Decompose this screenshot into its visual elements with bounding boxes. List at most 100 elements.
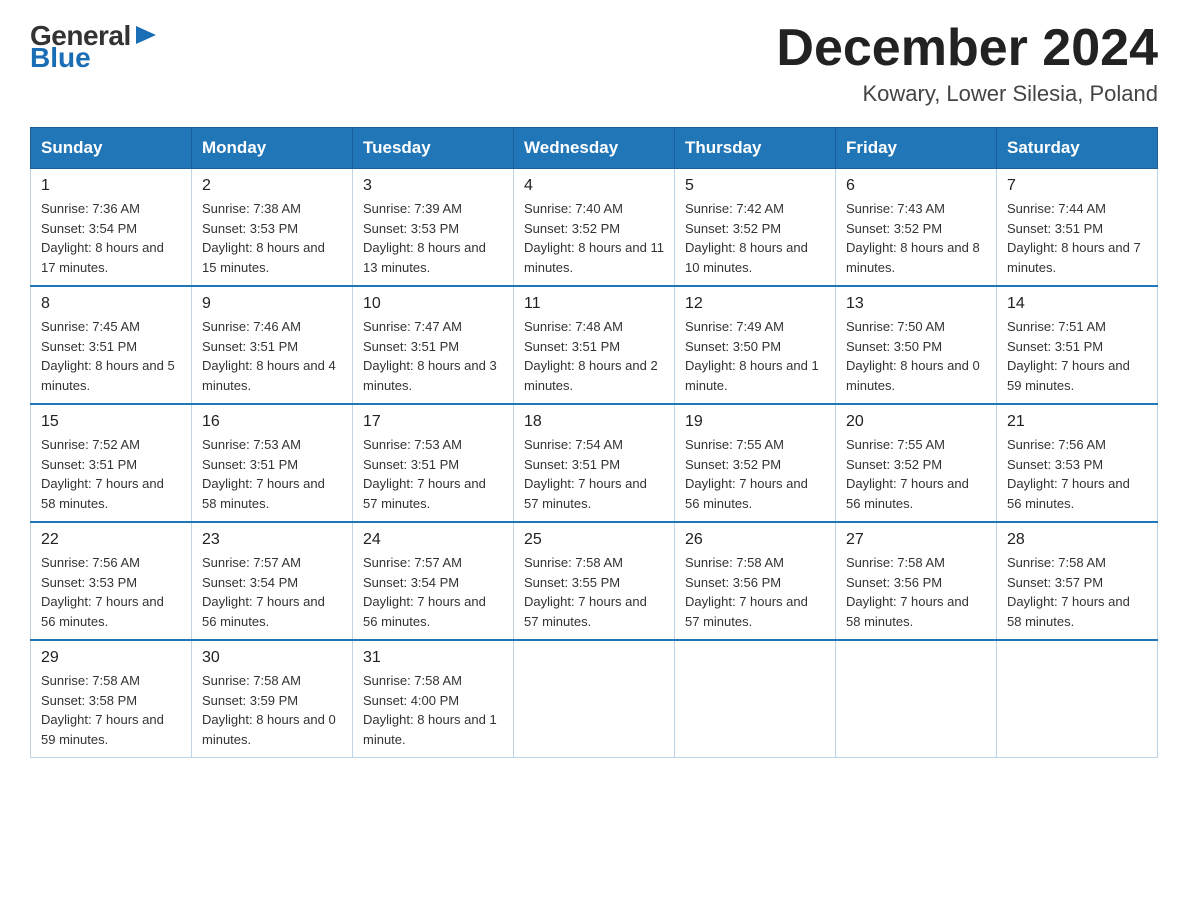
day-info: Sunrise: 7:36 AMSunset: 3:54 PMDaylight:… [41, 201, 164, 275]
col-thursday: Thursday [675, 128, 836, 169]
day-info: Sunrise: 7:58 AMSunset: 3:55 PMDaylight:… [524, 555, 647, 629]
day-info: Sunrise: 7:51 AMSunset: 3:51 PMDaylight:… [1007, 319, 1130, 393]
day-number: 12 [685, 295, 825, 313]
day-number: 6 [846, 177, 986, 195]
day-number: 27 [846, 531, 986, 549]
day-number: 16 [202, 413, 342, 431]
day-info: Sunrise: 7:57 AMSunset: 3:54 PMDaylight:… [363, 555, 486, 629]
calendar-cell: 11 Sunrise: 7:48 AMSunset: 3:51 PMDaylig… [514, 286, 675, 404]
day-number: 29 [41, 649, 181, 667]
logo-blue-text: Blue [30, 42, 91, 74]
day-info: Sunrise: 7:55 AMSunset: 3:52 PMDaylight:… [846, 437, 969, 511]
col-saturday: Saturday [997, 128, 1158, 169]
day-info: Sunrise: 7:38 AMSunset: 3:53 PMDaylight:… [202, 201, 325, 275]
day-info: Sunrise: 7:58 AMSunset: 3:56 PMDaylight:… [846, 555, 969, 629]
logo-arrow-icon [136, 26, 156, 44]
col-tuesday: Tuesday [353, 128, 514, 169]
day-info: Sunrise: 7:53 AMSunset: 3:51 PMDaylight:… [363, 437, 486, 511]
logo: General Blue [30, 20, 156, 74]
day-number: 8 [41, 295, 181, 313]
day-number: 18 [524, 413, 664, 431]
day-info: Sunrise: 7:56 AMSunset: 3:53 PMDaylight:… [41, 555, 164, 629]
calendar-cell: 5 Sunrise: 7:42 AMSunset: 3:52 PMDayligh… [675, 169, 836, 287]
day-number: 22 [41, 531, 181, 549]
calendar-cell: 26 Sunrise: 7:58 AMSunset: 3:56 PMDaylig… [675, 522, 836, 640]
day-info: Sunrise: 7:47 AMSunset: 3:51 PMDaylight:… [363, 319, 497, 393]
day-number: 24 [363, 531, 503, 549]
title-area: December 2024 Kowary, Lower Silesia, Pol… [776, 20, 1158, 107]
calendar-cell: 18 Sunrise: 7:54 AMSunset: 3:51 PMDaylig… [514, 404, 675, 522]
page-header: General Blue December 2024 Kowary, Lower… [30, 20, 1158, 107]
day-number: 14 [1007, 295, 1147, 313]
calendar-cell: 31 Sunrise: 7:58 AMSunset: 4:00 PMDaylig… [353, 640, 514, 758]
day-number: 13 [846, 295, 986, 313]
calendar-cell: 17 Sunrise: 7:53 AMSunset: 3:51 PMDaylig… [353, 404, 514, 522]
day-info: Sunrise: 7:55 AMSunset: 3:52 PMDaylight:… [685, 437, 808, 511]
calendar-cell: 12 Sunrise: 7:49 AMSunset: 3:50 PMDaylig… [675, 286, 836, 404]
calendar-body: 1 Sunrise: 7:36 AMSunset: 3:54 PMDayligh… [31, 169, 1158, 758]
header-row: Sunday Monday Tuesday Wednesday Thursday… [31, 128, 1158, 169]
day-number: 31 [363, 649, 503, 667]
day-number: 2 [202, 177, 342, 195]
calendar-cell: 19 Sunrise: 7:55 AMSunset: 3:52 PMDaylig… [675, 404, 836, 522]
calendar-header: Sunday Monday Tuesday Wednesday Thursday… [31, 128, 1158, 169]
calendar-cell: 1 Sunrise: 7:36 AMSunset: 3:54 PMDayligh… [31, 169, 192, 287]
calendar-cell: 16 Sunrise: 7:53 AMSunset: 3:51 PMDaylig… [192, 404, 353, 522]
calendar-week-row: 8 Sunrise: 7:45 AMSunset: 3:51 PMDayligh… [31, 286, 1158, 404]
calendar-cell: 15 Sunrise: 7:52 AMSunset: 3:51 PMDaylig… [31, 404, 192, 522]
calendar-cell: 6 Sunrise: 7:43 AMSunset: 3:52 PMDayligh… [836, 169, 997, 287]
calendar-cell: 30 Sunrise: 7:58 AMSunset: 3:59 PMDaylig… [192, 640, 353, 758]
day-info: Sunrise: 7:45 AMSunset: 3:51 PMDaylight:… [41, 319, 175, 393]
day-number: 9 [202, 295, 342, 313]
col-sunday: Sunday [31, 128, 192, 169]
day-info: Sunrise: 7:49 AMSunset: 3:50 PMDaylight:… [685, 319, 819, 393]
calendar-cell: 14 Sunrise: 7:51 AMSunset: 3:51 PMDaylig… [997, 286, 1158, 404]
day-number: 5 [685, 177, 825, 195]
day-info: Sunrise: 7:57 AMSunset: 3:54 PMDaylight:… [202, 555, 325, 629]
col-friday: Friday [836, 128, 997, 169]
day-info: Sunrise: 7:58 AMSunset: 3:58 PMDaylight:… [41, 673, 164, 747]
calendar-cell: 23 Sunrise: 7:57 AMSunset: 3:54 PMDaylig… [192, 522, 353, 640]
day-info: Sunrise: 7:52 AMSunset: 3:51 PMDaylight:… [41, 437, 164, 511]
day-number: 21 [1007, 413, 1147, 431]
day-info: Sunrise: 7:54 AMSunset: 3:51 PMDaylight:… [524, 437, 647, 511]
calendar-cell: 2 Sunrise: 7:38 AMSunset: 3:53 PMDayligh… [192, 169, 353, 287]
day-number: 7 [1007, 177, 1147, 195]
calendar-cell [997, 640, 1158, 758]
calendar-cell: 22 Sunrise: 7:56 AMSunset: 3:53 PMDaylig… [31, 522, 192, 640]
day-info: Sunrise: 7:58 AMSunset: 4:00 PMDaylight:… [363, 673, 497, 747]
calendar-cell: 8 Sunrise: 7:45 AMSunset: 3:51 PMDayligh… [31, 286, 192, 404]
day-info: Sunrise: 7:39 AMSunset: 3:53 PMDaylight:… [363, 201, 486, 275]
day-info: Sunrise: 7:48 AMSunset: 3:51 PMDaylight:… [524, 319, 658, 393]
day-number: 15 [41, 413, 181, 431]
calendar-cell: 10 Sunrise: 7:47 AMSunset: 3:51 PMDaylig… [353, 286, 514, 404]
calendar-cell: 29 Sunrise: 7:58 AMSunset: 3:58 PMDaylig… [31, 640, 192, 758]
day-number: 28 [1007, 531, 1147, 549]
location-subtitle: Kowary, Lower Silesia, Poland [776, 81, 1158, 107]
day-info: Sunrise: 7:53 AMSunset: 3:51 PMDaylight:… [202, 437, 325, 511]
day-number: 30 [202, 649, 342, 667]
calendar-cell: 9 Sunrise: 7:46 AMSunset: 3:51 PMDayligh… [192, 286, 353, 404]
day-info: Sunrise: 7:42 AMSunset: 3:52 PMDaylight:… [685, 201, 808, 275]
day-info: Sunrise: 7:56 AMSunset: 3:53 PMDaylight:… [1007, 437, 1130, 511]
calendar-cell: 13 Sunrise: 7:50 AMSunset: 3:50 PMDaylig… [836, 286, 997, 404]
calendar-cell: 20 Sunrise: 7:55 AMSunset: 3:52 PMDaylig… [836, 404, 997, 522]
calendar-cell: 4 Sunrise: 7:40 AMSunset: 3:52 PMDayligh… [514, 169, 675, 287]
day-info: Sunrise: 7:40 AMSunset: 3:52 PMDaylight:… [524, 201, 664, 275]
calendar-cell [514, 640, 675, 758]
day-number: 1 [41, 177, 181, 195]
calendar-cell: 7 Sunrise: 7:44 AMSunset: 3:51 PMDayligh… [997, 169, 1158, 287]
day-number: 25 [524, 531, 664, 549]
day-number: 3 [363, 177, 503, 195]
calendar-week-row: 22 Sunrise: 7:56 AMSunset: 3:53 PMDaylig… [31, 522, 1158, 640]
day-number: 26 [685, 531, 825, 549]
calendar-cell [836, 640, 997, 758]
day-info: Sunrise: 7:58 AMSunset: 3:57 PMDaylight:… [1007, 555, 1130, 629]
month-title: December 2024 [776, 20, 1158, 77]
day-number: 4 [524, 177, 664, 195]
calendar-week-row: 15 Sunrise: 7:52 AMSunset: 3:51 PMDaylig… [31, 404, 1158, 522]
calendar-week-row: 29 Sunrise: 7:58 AMSunset: 3:58 PMDaylig… [31, 640, 1158, 758]
col-monday: Monday [192, 128, 353, 169]
day-info: Sunrise: 7:43 AMSunset: 3:52 PMDaylight:… [846, 201, 980, 275]
day-info: Sunrise: 7:50 AMSunset: 3:50 PMDaylight:… [846, 319, 980, 393]
